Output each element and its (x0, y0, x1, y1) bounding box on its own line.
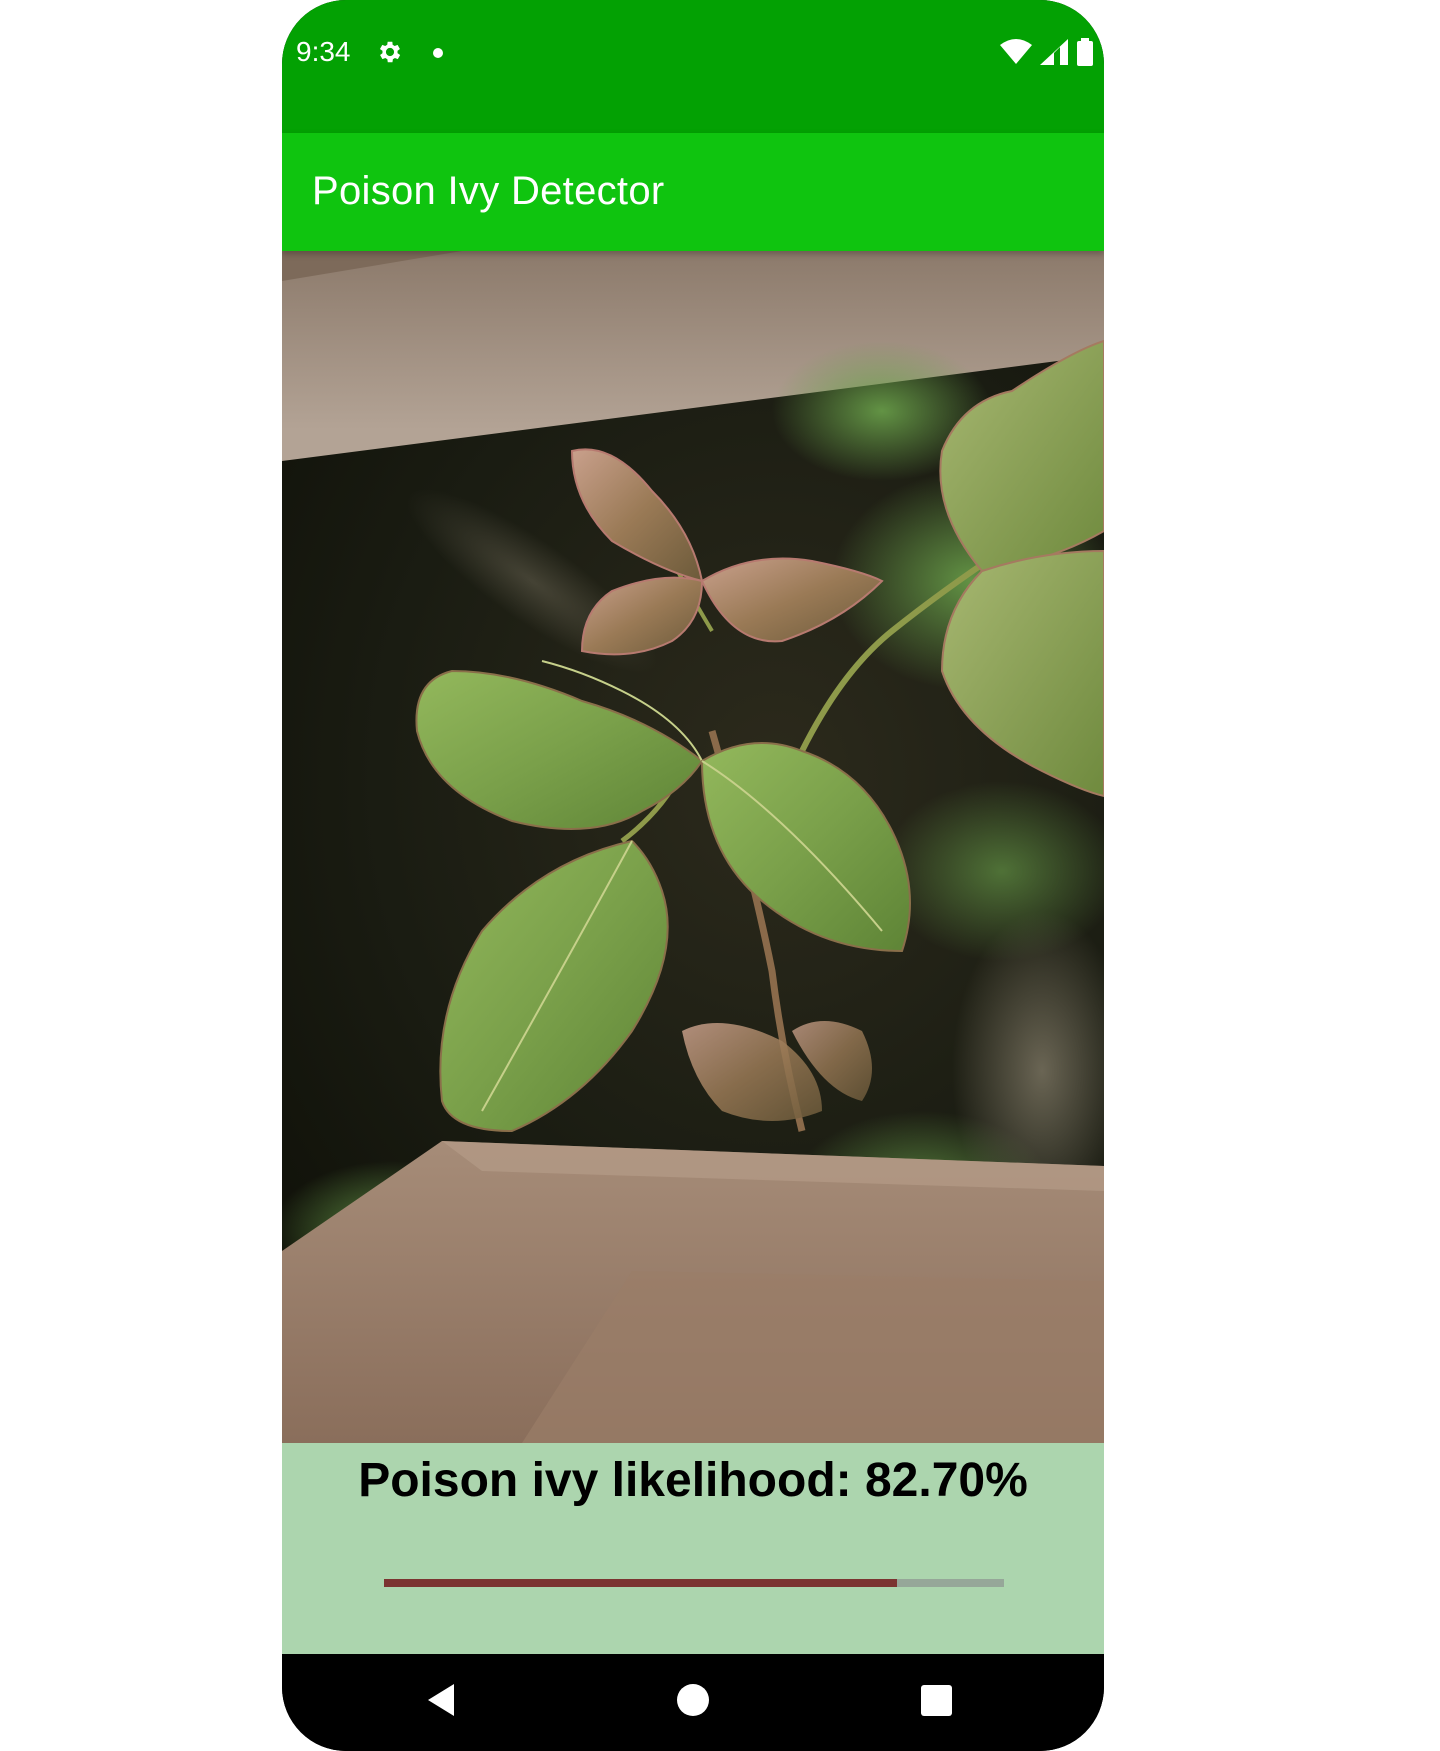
likelihood-progress-bar (384, 1579, 1004, 1587)
signal-icon (1040, 39, 1068, 70)
status-icons (1000, 38, 1094, 71)
poison-ivy-photo (282, 251, 1104, 1443)
status-time: 9:34 (296, 36, 351, 67)
result-panel: Poison ivy likelihood: 82.70% (282, 1443, 1104, 1654)
navigation-bar (282, 1654, 1104, 1751)
home-icon[interactable] (673, 1680, 713, 1725)
app-title: Poison Ivy Detector (312, 169, 665, 213)
app-bar: Poison Ivy Detector (282, 133, 1104, 251)
likelihood-label: Poison ivy likelihood: 82.70% (358, 1454, 1028, 1507)
recents-icon[interactable] (916, 1680, 956, 1725)
notification-dot-icon (433, 48, 443, 58)
phone-frame: 9:34 Poison Ivy Detector Poison ivy like… (282, 0, 1104, 1751)
likelihood-progress-fill (384, 1579, 897, 1587)
settings-gear-icon (376, 38, 404, 71)
battery-icon (1076, 38, 1094, 71)
wifi-icon (1000, 39, 1032, 70)
back-icon[interactable] (422, 1680, 462, 1725)
status-bar: 9:34 (282, 0, 1104, 133)
